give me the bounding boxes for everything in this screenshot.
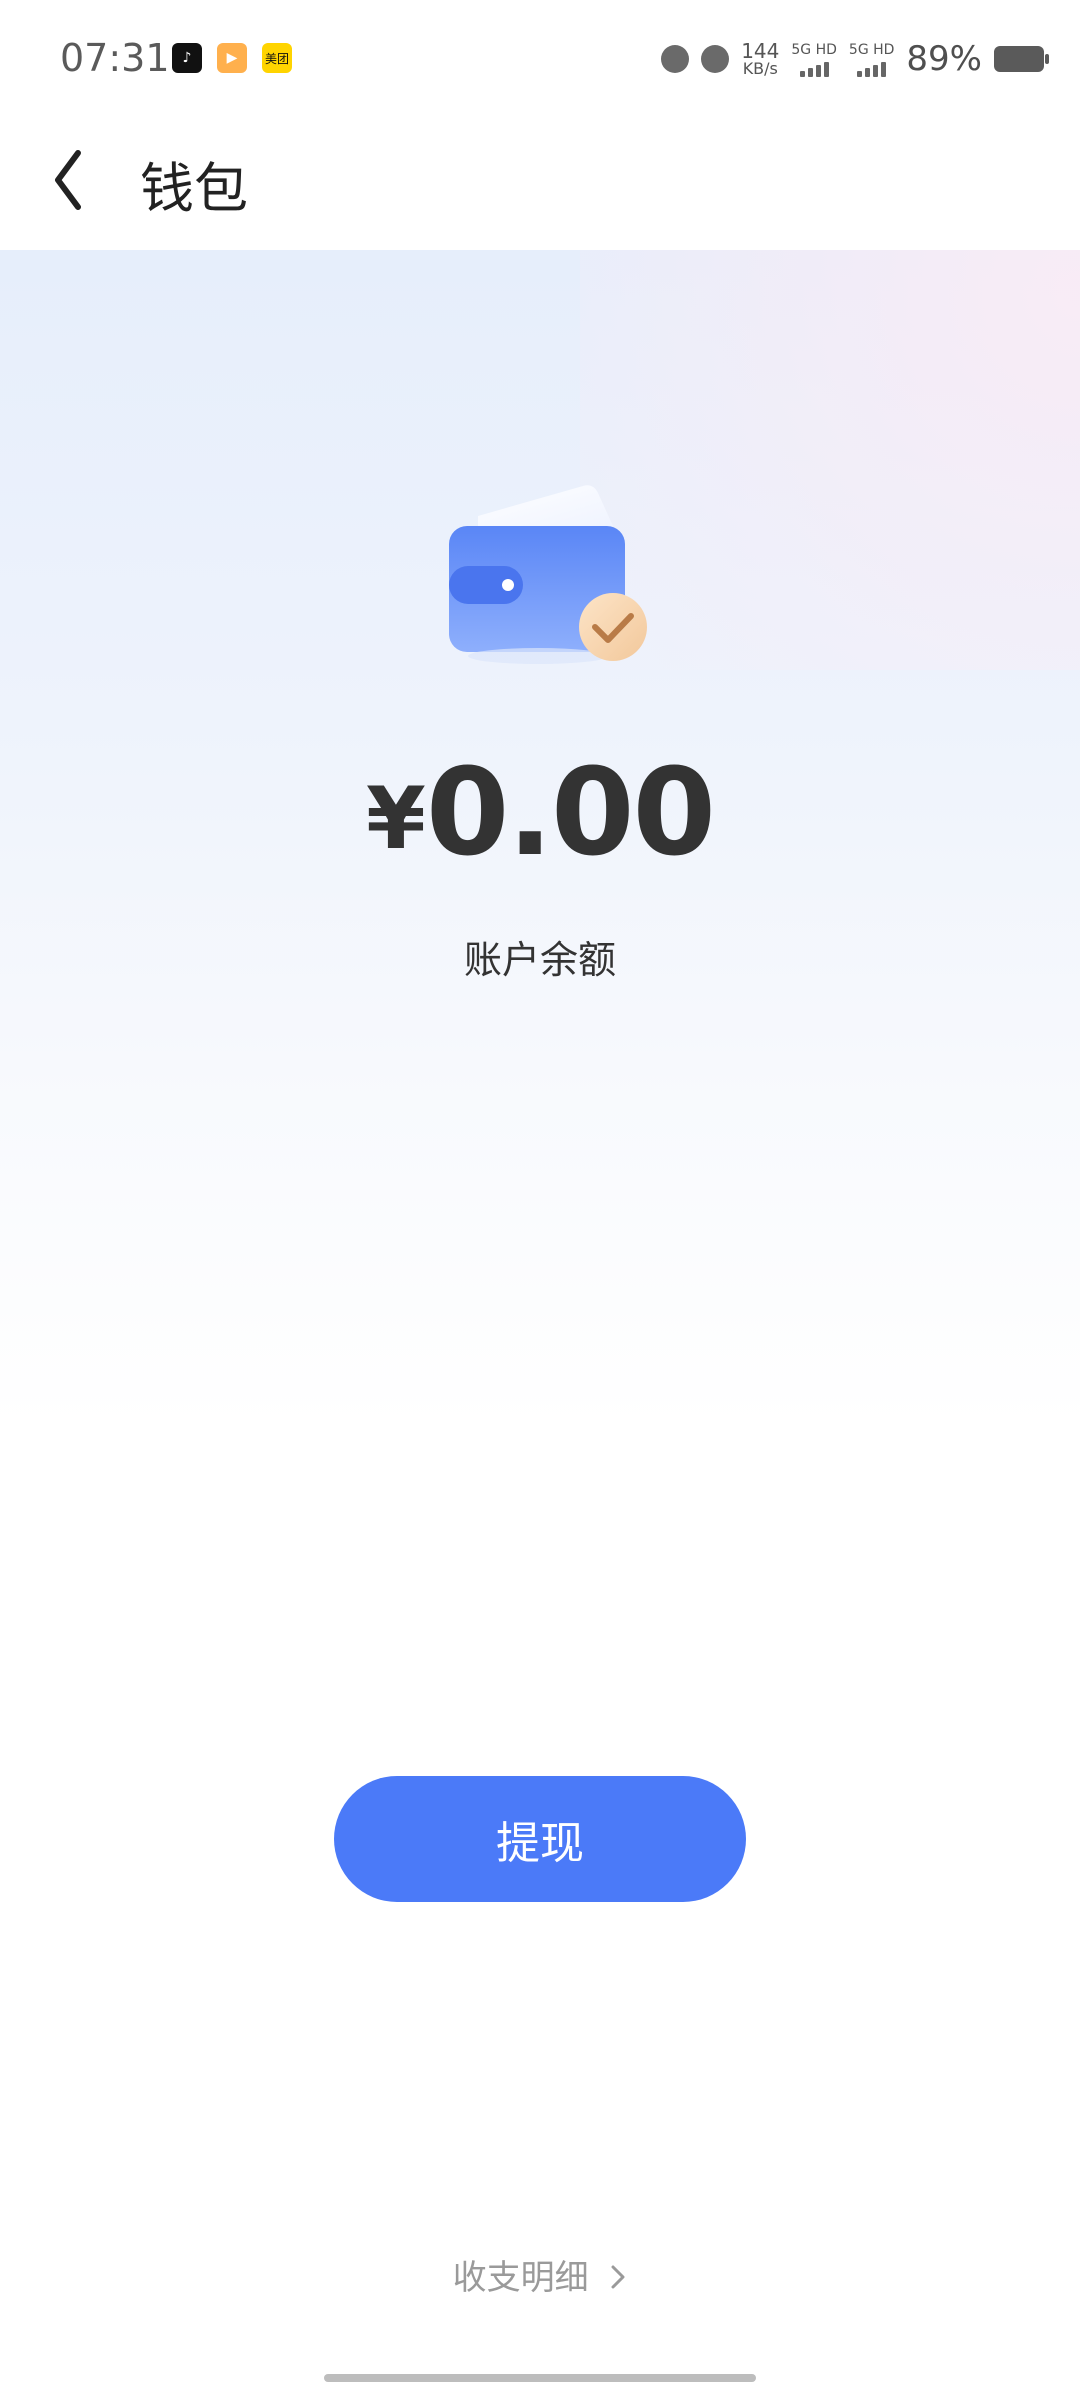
status-right-group: 144 KB/s 5G HD 5G HD 89% xyxy=(661,37,1049,81)
network-speed-value: 144 xyxy=(741,39,780,63)
mute-icon xyxy=(701,45,730,73)
signal-group-2: 5G HD xyxy=(848,41,895,77)
balance-label: 账户余额 xyxy=(463,938,616,982)
withdraw-button[interactable]: 提现 xyxy=(334,1776,746,1902)
balance-value: 0.00 xyxy=(425,744,716,883)
meituan-icon: 美团 xyxy=(262,43,292,73)
currency-symbol: ¥ xyxy=(366,769,426,869)
signal-bars-icon-1 xyxy=(799,61,829,77)
status-bar: 07:31 ♪ ▶ 美团 144 KB/s 5G HD 5G HD 89% xyxy=(0,0,1080,118)
wallet-icon xyxy=(443,478,653,673)
chevron-left-icon xyxy=(55,150,81,210)
network-speed-unit: KB/s xyxy=(742,59,778,78)
signal-group-1: 5G HD xyxy=(791,42,837,77)
signal-label-1: 5G HD xyxy=(791,41,837,58)
transaction-detail-label: 收支明细 xyxy=(452,2258,589,2298)
video-app-icon: ▶ xyxy=(217,43,247,73)
battery-icon xyxy=(994,46,1049,72)
home-indicator[interactable] xyxy=(324,2374,756,2382)
signal-bars-icon-2 xyxy=(857,61,887,77)
page-header: 钱包 xyxy=(0,118,1080,250)
alarm-icon xyxy=(661,45,690,73)
wallet-illustration xyxy=(449,485,647,664)
network-speed: 144 KB/s xyxy=(741,41,779,77)
transaction-detail-link[interactable]: 收支明细 xyxy=(0,2250,1080,2300)
chevron-right-icon xyxy=(609,2260,627,2300)
battery-percent: 89% xyxy=(906,39,982,79)
signal-label-2: 5G HD xyxy=(848,41,895,58)
back-button[interactable] xyxy=(28,140,108,220)
balance-amount: ¥0.00 xyxy=(0,754,1080,874)
page-title: 钱包 xyxy=(140,157,248,220)
douyin-icon: ♪ xyxy=(172,43,202,73)
status-time: 07:31 xyxy=(60,36,170,80)
